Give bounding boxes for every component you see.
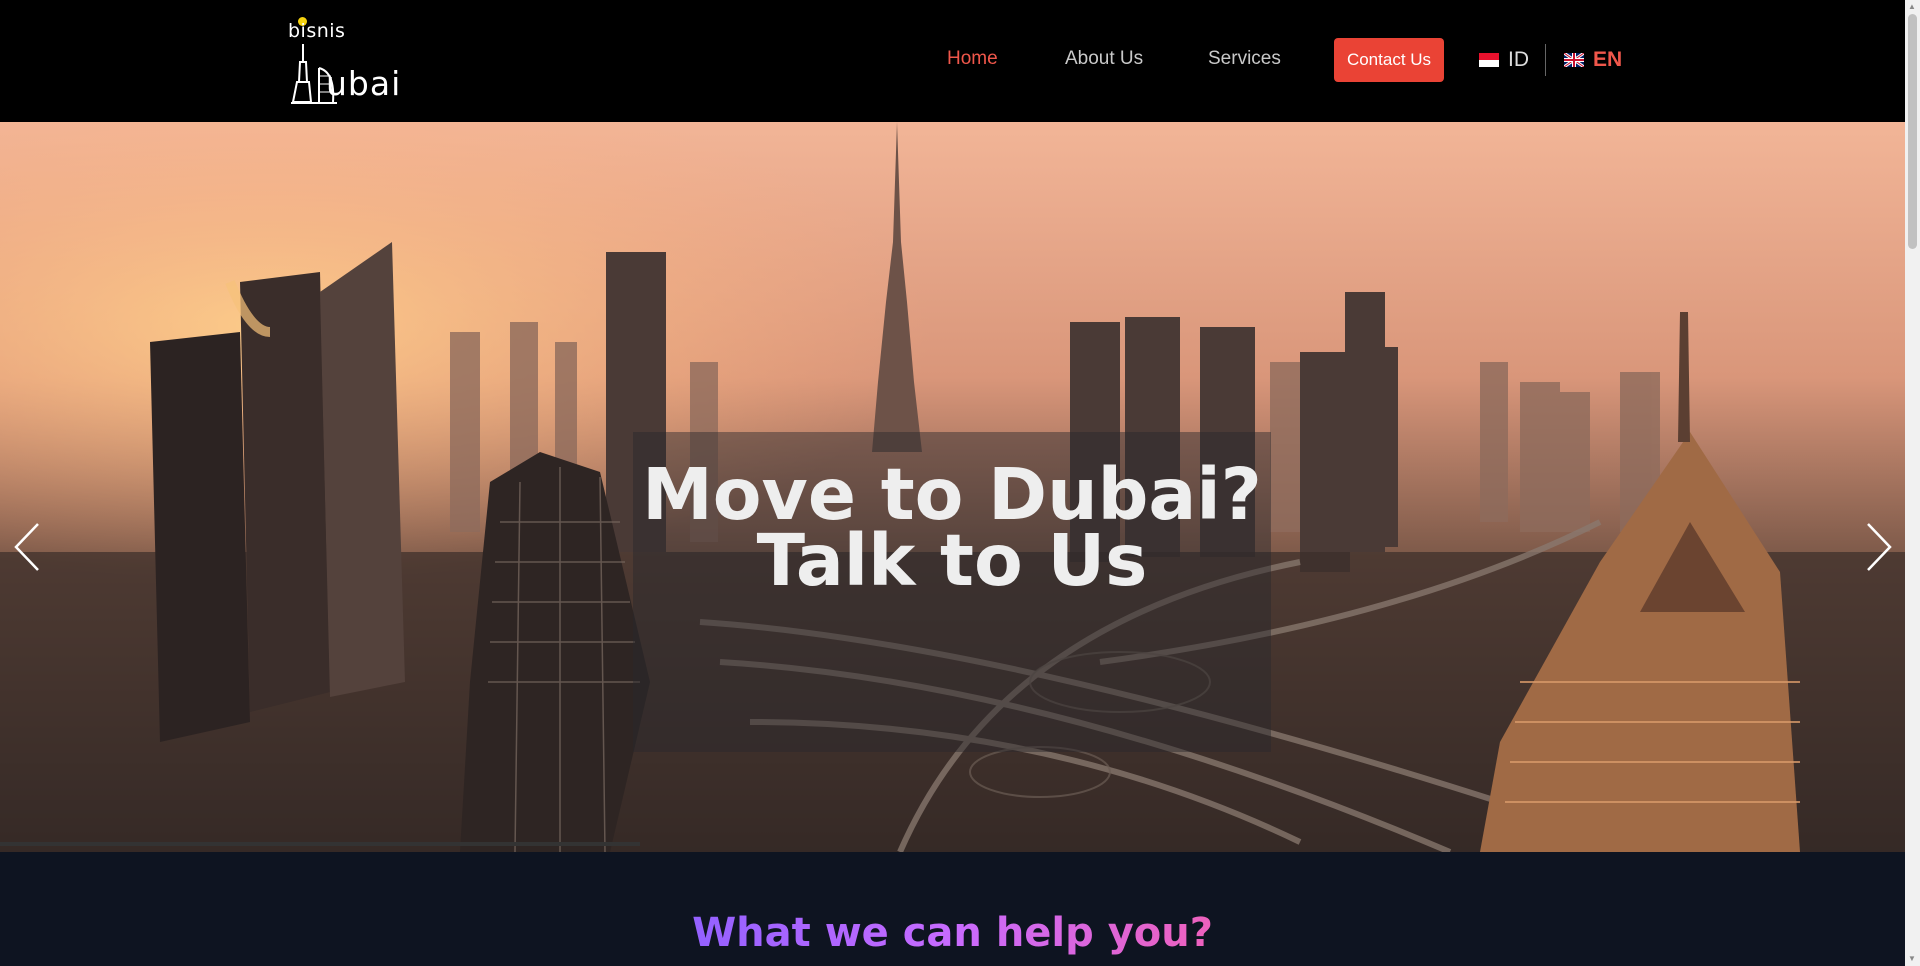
contact-us-button[interactable]: Contact Us: [1334, 38, 1444, 82]
lang-option-en[interactable]: EN: [1564, 46, 1622, 74]
nav-about-us[interactable]: About Us: [1065, 48, 1143, 70]
lang-en-label: EN: [1593, 48, 1623, 71]
lang-option-id[interactable]: ID: [1479, 46, 1529, 74]
hero-slider: Move to Dubai? Talk to Us: [0, 122, 1905, 852]
logo-small-text: bisnis: [288, 20, 346, 42]
logo-big-text: ubai: [326, 64, 402, 103]
nav-services[interactable]: Services: [1208, 48, 1281, 70]
lang-divider: [1545, 44, 1546, 76]
lang-id-label: ID: [1508, 48, 1529, 71]
hero-title: Move to Dubai? Talk to Us: [633, 459, 1271, 596]
indonesia-flag-icon: [1479, 53, 1499, 67]
bisnis-dubai-logo[interactable]: bisnis ubai: [286, 14, 416, 106]
scroll-down-icon[interactable]: ▼: [1908, 954, 1917, 963]
hero-title-line-2: Talk to Us: [756, 519, 1148, 602]
nav-home[interactable]: Home: [947, 48, 998, 70]
page-scrollbar[interactable]: ▲ ▼: [1905, 0, 1920, 966]
scroll-up-icon[interactable]: ▲: [1908, 2, 1917, 11]
scrollbar-thumb[interactable]: [1908, 14, 1917, 249]
chevron-left-icon[interactable]: [12, 522, 42, 572]
site-header: bisnis ubai Home About Us Services Conta…: [0, 0, 1905, 122]
section-title: What we can help you?: [0, 910, 1905, 956]
services-section: What we can help you?: [0, 852, 1905, 966]
slider-progress-bar: [0, 842, 640, 846]
uk-flag-icon: [1564, 53, 1584, 67]
chevron-right-icon[interactable]: [1864, 522, 1894, 572]
